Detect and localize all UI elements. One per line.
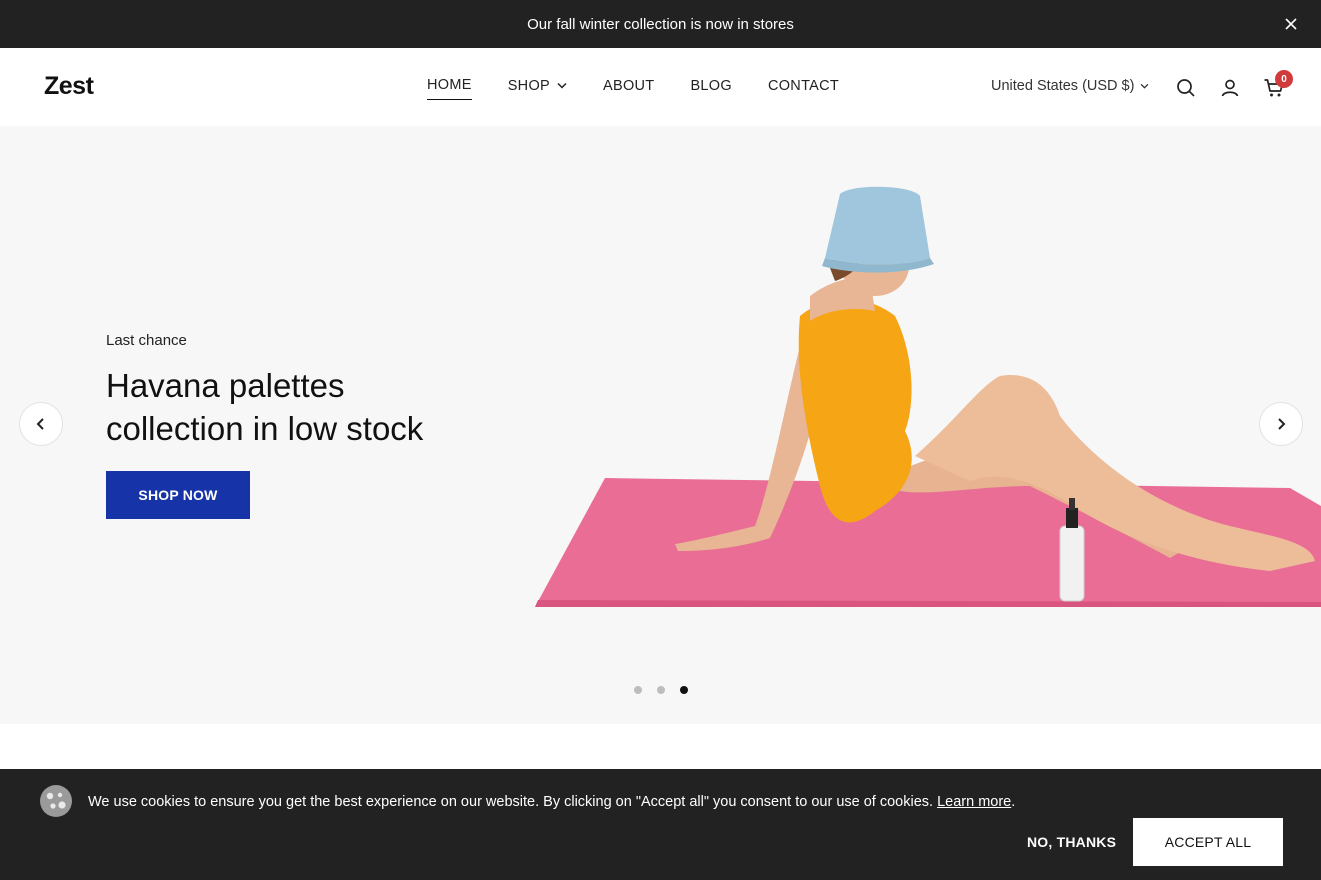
site-header: Zest HOME SHOP ABOUT BLOG CONTACT United… — [0, 48, 1321, 126]
slide-dot-2[interactable] — [657, 686, 665, 694]
hero-image — [535, 186, 1321, 607]
hero-slideshow: Last chance Havana palettes collection i… — [0, 126, 1321, 724]
announcement-bar: Our fall winter collection is now in sto… — [0, 0, 1321, 48]
chevron-down-icon — [557, 82, 567, 89]
accept-all-button[interactable]: ACCEPT ALL — [1133, 818, 1283, 866]
nav-contact[interactable]: CONTACT — [768, 77, 839, 100]
hero-title: Havana palettes collection in low stock — [106, 367, 424, 447]
nav-about-label: ABOUT — [603, 77, 655, 94]
cookie-period: . — [1011, 794, 1016, 810]
nav-home[interactable]: HOME — [427, 77, 472, 100]
hero-eyebrow: Last chance — [106, 332, 187, 349]
decline-cookies-button[interactable]: NO, THANKS — [1027, 834, 1116, 850]
previous-slide-button[interactable] — [19, 402, 63, 446]
currency-selector[interactable]: United States (USD $) — [991, 78, 1149, 94]
logo[interactable]: Zest — [44, 72, 94, 101]
slide-dots — [634, 686, 688, 694]
next-slide-button[interactable] — [1259, 402, 1303, 446]
shop-now-button[interactable]: SHOP NOW — [106, 471, 250, 519]
nav-home-label: HOME — [427, 77, 472, 93]
nav-blog-label: BLOG — [690, 77, 732, 94]
account-icon[interactable] — [1219, 77, 1241, 99]
close-icon[interactable] — [1283, 16, 1299, 32]
main-nav: HOME SHOP ABOUT BLOG CONTACT — [427, 77, 839, 100]
slide-dot-1[interactable] — [634, 686, 642, 694]
cookie-text: We use cookies to ensure you get the bes… — [88, 794, 934, 810]
announcement-text: Our fall winter collection is now in sto… — [527, 15, 794, 33]
cart-count-badge: 0 — [1275, 70, 1293, 88]
cookie-message: We use cookies to ensure you get the bes… — [88, 794, 1015, 810]
currency-label: United States (USD $) — [991, 78, 1135, 94]
nav-about[interactable]: ABOUT — [603, 77, 654, 100]
cookie-banner: We use cookies to ensure you get the bes… — [0, 769, 1321, 880]
nav-shop-label: SHOP — [507, 77, 550, 94]
chevron-down-icon — [1141, 83, 1149, 89]
nav-blog[interactable]: BLOG — [690, 77, 732, 100]
search-icon[interactable] — [1175, 77, 1197, 99]
learn-more-link[interactable]: Learn more — [937, 794, 1011, 810]
slide-dot-3[interactable] — [680, 686, 688, 694]
cookie-icon — [40, 785, 72, 817]
nav-shop[interactable]: SHOP — [508, 77, 567, 100]
chevron-right-icon — [1278, 418, 1286, 430]
chevron-left-icon — [36, 418, 44, 430]
nav-contact-label: CONTACT — [767, 77, 840, 94]
